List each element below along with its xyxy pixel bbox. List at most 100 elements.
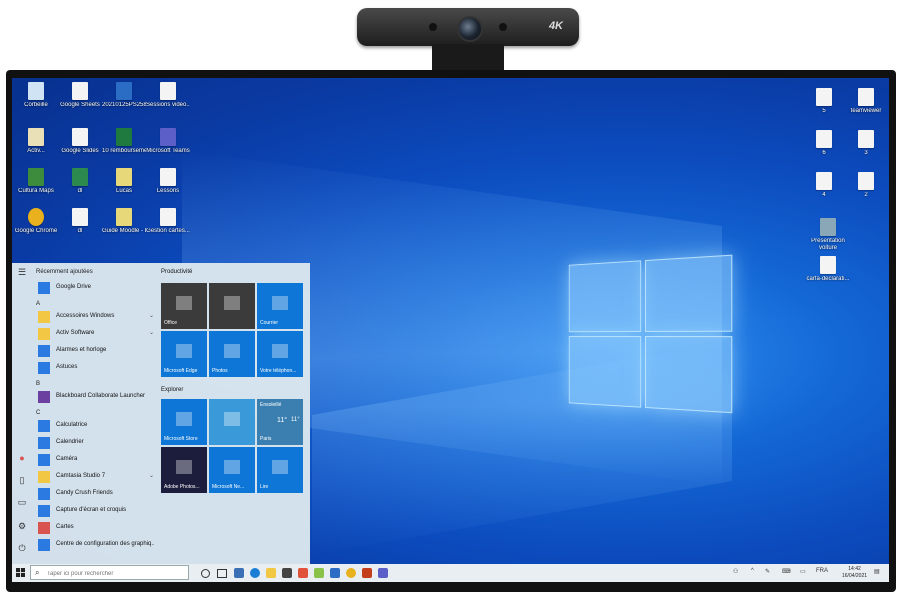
- display-icon[interactable]: ▭: [800, 568, 806, 575]
- office-icon[interactable]: [362, 568, 372, 578]
- app-list-item[interactable]: Candy Crush Friends: [36, 487, 154, 501]
- start-tile[interactable]: [209, 399, 255, 445]
- taskbar-clock[interactable]: 14:42 16/04/2021: [842, 566, 867, 580]
- word-icon[interactable]: [330, 568, 340, 578]
- app-list-item[interactable]: Capture d'écran et croquis: [36, 504, 154, 518]
- app-taskbar-icon[interactable]: [298, 568, 308, 578]
- chevron-down-icon[interactable]: ⌄: [149, 472, 154, 479]
- desktop-icon[interactable]: Cultura Maps: [14, 168, 58, 195]
- desktop-icon[interactable]: 10 remboursements: [102, 128, 146, 155]
- start-tile[interactable]: Adobe Photos...: [161, 447, 207, 493]
- user-avatar-icon[interactable]: ●: [16, 453, 28, 463]
- app-list-letter[interactable]: C: [36, 410, 40, 416]
- chevron-down-icon[interactable]: ⌄: [149, 312, 154, 319]
- desktop-icon[interactable]: 4: [802, 172, 846, 199]
- power-icon[interactable]: ⏻: [16, 543, 28, 553]
- desktop-icon[interactable]: 6: [802, 130, 846, 157]
- start-tile[interactable]: Microsoft Edge: [161, 331, 207, 377]
- tile-icon: [176, 344, 192, 358]
- desktop-icon[interactable]: Sessions video...: [146, 82, 190, 109]
- teams-icon[interactable]: [378, 568, 388, 578]
- app-list-item[interactable]: Calendrier: [36, 436, 154, 450]
- desktop-icon[interactable]: Gestion cartes...: [146, 208, 190, 235]
- webcam-badge: 4K: [548, 20, 563, 32]
- settings-gear-icon[interactable]: ⚙: [16, 521, 28, 531]
- desktop-icon[interactable]: Présentation voiture: [804, 218, 852, 252]
- desktop-icon[interactable]: 5: [802, 88, 846, 115]
- app-list-letter[interactable]: B: [36, 381, 40, 387]
- people-icon[interactable]: ⚇: [733, 568, 738, 575]
- keyboard-icon[interactable]: ⌨: [782, 568, 791, 575]
- hamburger-icon[interactable]: ☰: [16, 267, 28, 277]
- app-list-item[interactable]: Centre de configuration des graphiq...: [36, 538, 154, 552]
- app-list-letter[interactable]: A: [36, 301, 40, 307]
- file-explorer-icon[interactable]: [266, 568, 276, 578]
- app-icon: [38, 488, 50, 500]
- desktop-icon[interactable]: Google Slides: [58, 128, 102, 155]
- desktop-icon[interactable]: Lucas: [102, 168, 146, 195]
- desktop-icon[interactable]: Corbeille: [14, 82, 58, 109]
- app-list-item[interactable]: Alarmes et horloge: [36, 344, 154, 358]
- desktop-icon[interactable]: dl: [58, 208, 102, 235]
- app-taskbar-icon[interactable]: [234, 568, 244, 578]
- app-list-item[interactable]: Caméra: [36, 453, 154, 467]
- app-list-item[interactable]: Accessoires Windows ⌄: [36, 310, 154, 324]
- desktop-icon[interactable]: Lessons: [146, 168, 190, 195]
- doc-icon: [160, 168, 176, 186]
- desktop-icon[interactable]: teamviewer: [844, 88, 888, 115]
- chrome-icon[interactable]: [346, 568, 356, 578]
- start-tile[interactable]: Ensoleillé 11° 11° Paris: [257, 399, 303, 445]
- notifications-icon[interactable]: ▤: [874, 568, 880, 575]
- tile-label: Adobe Photos...: [164, 484, 200, 490]
- group-productivity-title: Productivité: [161, 269, 193, 275]
- cortana-icon[interactable]: [201, 569, 210, 578]
- app-list-label: Centre de configuration des graphiq...: [56, 541, 154, 547]
- chevron-down-icon[interactable]: ⌄: [149, 329, 154, 336]
- task-view-icon[interactable]: [217, 569, 227, 578]
- start-tile[interactable]: Lire: [257, 447, 303, 493]
- desktop-icon[interactable]: Google Sheets: [58, 82, 102, 109]
- show-hidden-icons-icon[interactable]: ^: [751, 568, 754, 574]
- start-tile[interactable]: [209, 283, 255, 329]
- desktop-icon[interactable]: 20210125PS2581: [102, 82, 146, 109]
- search-input[interactable]: [45, 567, 189, 580]
- app-icon: [38, 539, 50, 551]
- app-list-item[interactable]: Calculatrice: [36, 419, 154, 433]
- windows-start-icon[interactable]: [16, 568, 25, 577]
- store-icon[interactable]: [282, 568, 292, 578]
- app-list-item[interactable]: Activ Software ⌄: [36, 327, 154, 341]
- app-list-label: Cartes: [56, 524, 74, 530]
- app-list-item[interactable]: Google Drive: [36, 281, 154, 295]
- app-list-item[interactable]: Blackboard Collaborate Launcher: [36, 390, 154, 404]
- language-indicator[interactable]: FRA: [816, 568, 828, 574]
- app-list-label: Calculatrice: [56, 422, 88, 428]
- documents-icon[interactable]: ▯: [16, 475, 28, 485]
- doc-icon: [816, 172, 832, 190]
- desktop-icon[interactable]: dl: [58, 168, 102, 195]
- desktop-icon[interactable]: carfa-declarati...: [804, 256, 852, 283]
- start-rail: ☰ ● ▯ ▭ ⚙ ⏻: [12, 263, 32, 564]
- desktop-icon[interactable]: Google Chrome: [14, 208, 58, 235]
- start-tile[interactable]: Courrier: [257, 283, 303, 329]
- start-tile[interactable]: Votre téléphon...: [257, 331, 303, 377]
- desktop-icon[interactable]: Microsoft Teams: [146, 128, 190, 155]
- start-tile[interactable]: Photos: [209, 331, 255, 377]
- desktop-icon[interactable]: Guide Moodle - Directeur - Copy: [102, 208, 146, 235]
- app-taskbar-icon[interactable]: [314, 568, 324, 578]
- start-tile[interactable]: Microsoft Ne...: [209, 447, 255, 493]
- pictures-icon[interactable]: ▭: [16, 497, 28, 507]
- start-menu: ☰ ● ▯ ▭ ⚙ ⏻ Récemment ajoutées Google Dr…: [12, 263, 310, 564]
- pen-icon[interactable]: ✎: [765, 568, 770, 575]
- app-list-item[interactable]: Astuces: [36, 361, 154, 375]
- start-tile[interactable]: Microsoft Store: [161, 399, 207, 445]
- windows-logo-wallpaper: [568, 254, 735, 415]
- webcam-lens: [457, 16, 483, 42]
- desktop-icon[interactable]: 3: [844, 130, 888, 157]
- start-tile[interactable]: Office: [161, 283, 207, 329]
- edge-icon[interactable]: [250, 568, 260, 578]
- app-list-item[interactable]: Camtasia Studio 7 ⌄: [36, 470, 154, 484]
- desktop-icon[interactable]: 2: [844, 172, 888, 199]
- app-list-item[interactable]: Cartes: [36, 521, 154, 535]
- taskbar-search[interactable]: ⌕: [30, 565, 189, 580]
- desktop-icon[interactable]: Activ...: [14, 128, 58, 155]
